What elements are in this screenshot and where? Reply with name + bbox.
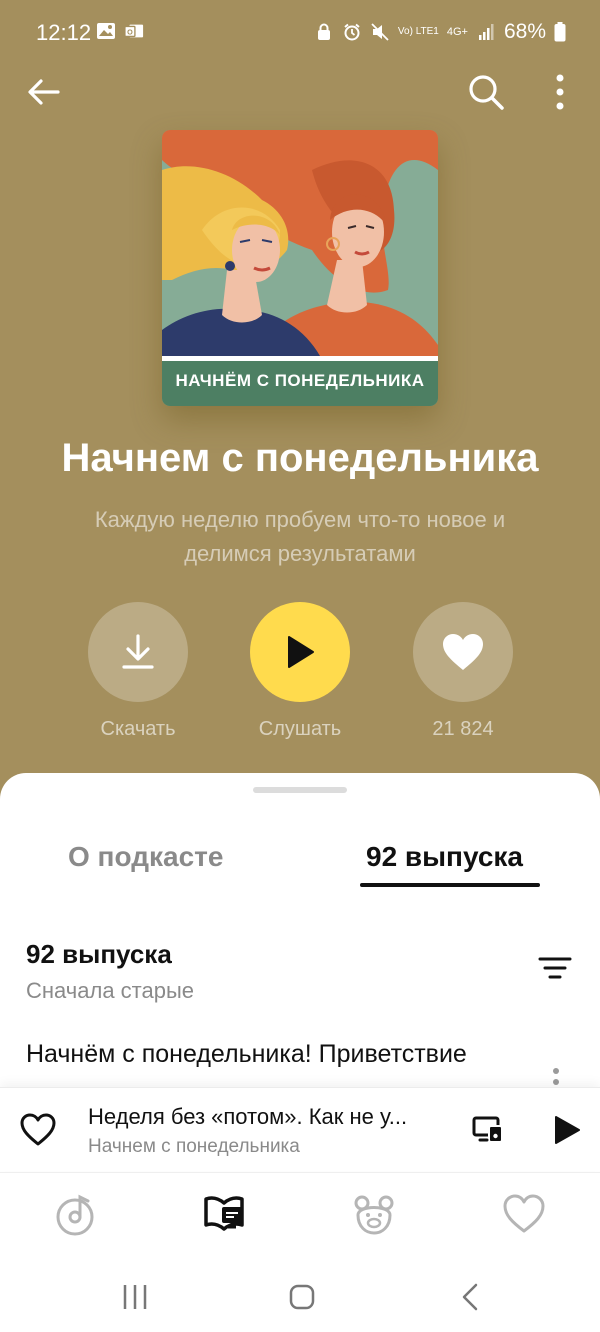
status-bar: 12:12 O Vo) LTE1 4G+ 68%: [0, 0, 600, 66]
podcast-description: Каждую неделю пробуем что-то новое и дел…: [94, 507, 506, 566]
like-button[interactable]: [413, 602, 513, 702]
sort-filter-icon[interactable]: [538, 953, 572, 983]
episode-item[interactable]: Начнём с понедельника! Приветствие: [26, 1037, 546, 1087]
cover-illustration: [162, 130, 438, 406]
device-cast-icon[interactable]: [472, 1114, 504, 1146]
secure-folder-icon: [317, 23, 330, 40]
tab-episodes[interactable]: 92 выпуска: [366, 841, 523, 873]
cover-title-text: НАЧНЁМ С ПОНЕДЕЛЬНИКА: [175, 371, 425, 390]
arrow-left-icon[interactable]: [24, 72, 64, 112]
episode-more-icon[interactable]: [552, 1066, 560, 1086]
nav-music-icon[interactable]: [53, 1193, 97, 1237]
like-action: 21 824: [413, 602, 513, 741]
podcast-title: Начнем с понедельника: [61, 436, 539, 480]
download-icon: [122, 634, 154, 669]
nav-podcasts-books-icon[interactable]: [202, 1193, 246, 1237]
tab-about[interactable]: О подкасте: [68, 841, 223, 873]
active-tab-indicator: [360, 883, 540, 887]
heart-icon: [443, 634, 483, 670]
sort-order-label[interactable]: Сначала старые: [26, 978, 194, 1004]
signal-icon: [478, 24, 494, 40]
status-right-icons: Vo) LTE1 4G+ 68%: [314, 20, 566, 44]
gallery-notification-icon: [97, 23, 115, 39]
outlook-notification-icon: O: [124, 24, 144, 38]
nav-favorites-heart-icon[interactable]: [502, 1193, 546, 1237]
episodes-count: 92 выпуска: [26, 939, 172, 969]
likes-count: 21 824: [432, 718, 494, 740]
listen-action: Слушать: [250, 602, 350, 741]
download-button[interactable]: [88, 602, 188, 702]
recent-apps-icon[interactable]: [120, 1282, 150, 1312]
mute-icon: [371, 23, 389, 41]
alarm-icon: [344, 23, 360, 41]
system-navigation-bar: [0, 1258, 600, 1332]
podcast-tabs: О подкасте 92 выпуска: [0, 833, 600, 887]
episode-title: Начнём с понедельника! Приветствие: [26, 1040, 467, 1068]
bottom-navigation: [0, 1172, 600, 1258]
download-action: Скачать: [88, 602, 188, 741]
top-app-bar: [0, 66, 600, 122]
network-type: 4G+: [446, 26, 468, 38]
mini-play-icon[interactable]: [552, 1114, 582, 1146]
play-button[interactable]: [250, 602, 350, 702]
download-label: Скачать: [100, 718, 176, 740]
episodes-list-header: 92 выпуска Сначала старые: [26, 939, 194, 1004]
more-vertical-icon[interactable]: [548, 72, 572, 112]
sheet-drag-handle[interactable]: [253, 787, 347, 793]
back-nav-icon[interactable]: [458, 1282, 484, 1312]
status-time: 12:12: [36, 20, 92, 45]
home-icon[interactable]: [287, 1282, 317, 1312]
heart-outline-icon[interactable]: [20, 1112, 56, 1148]
battery-percent: 68%: [503, 20, 546, 43]
svg-text:O: O: [127, 28, 133, 37]
volte-indicator: Vo) LTE1: [397, 26, 439, 37]
podcast-cover: НАЧНЁМ С ПОНЕДЕЛЬНИКА: [162, 130, 438, 406]
status-notification-icons: O: [96, 22, 144, 40]
search-icon[interactable]: [466, 72, 506, 112]
battery-icon: [554, 22, 566, 42]
mini-player[interactable]: Неделя без «потом». Как не у... Начнем с…: [0, 1087, 600, 1171]
now-playing-podcast: Начнем с понедельника: [88, 1136, 300, 1157]
nav-kids-bear-icon[interactable]: [352, 1193, 396, 1237]
listen-label: Слушать: [258, 718, 342, 740]
now-playing-title: Неделя без «потом». Как не у...: [88, 1104, 408, 1129]
play-icon: [288, 636, 314, 668]
